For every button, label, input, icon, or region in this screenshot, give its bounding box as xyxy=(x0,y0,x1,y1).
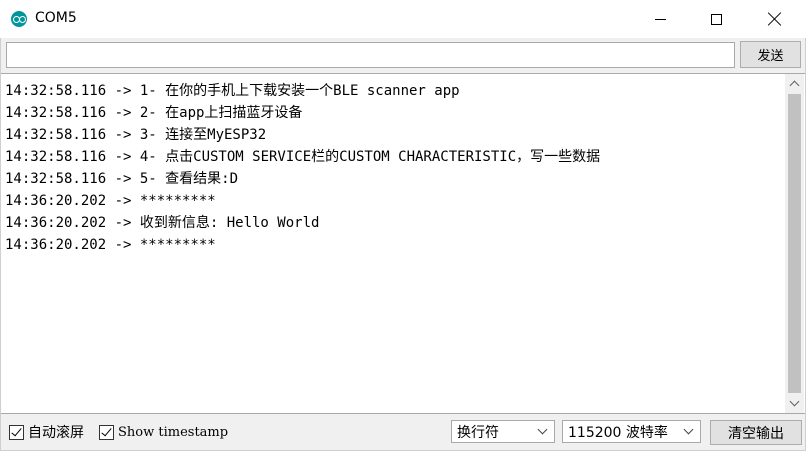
output-line: 14:32:58.116 -> 5- 查看结果:D xyxy=(5,171,239,187)
send-button[interactable]: 发送 xyxy=(740,41,801,68)
clear-output-button[interactable]: 清空输出 xyxy=(710,420,802,445)
baud-rate-select[interactable]: 115200 波特率 xyxy=(562,420,701,443)
bottom-toolbar: 自动滚屏 Show timestamp 换行符 115200 波特率 清空输出 xyxy=(1,415,805,450)
chevron-down-icon xyxy=(683,424,694,435)
autoscroll-checkbox[interactable] xyxy=(9,424,24,440)
timestamp-checkbox[interactable] xyxy=(99,424,114,440)
vertical-scrollbar[interactable] xyxy=(785,74,804,413)
maximize-icon xyxy=(710,13,722,25)
timestamp-label: Show timestamp xyxy=(118,424,229,440)
timestamp-option[interactable]: Show timestamp xyxy=(99,423,228,441)
line-ending-value: 换行符 xyxy=(457,424,499,441)
autoscroll-label: 自动滚屏 xyxy=(28,425,84,441)
close-icon xyxy=(768,12,782,26)
serial-output: 14:32:58.116 -> 1- 在你的手机上下载安装一个BLE scann… xyxy=(1,73,805,414)
scroll-up-button[interactable] xyxy=(785,74,804,93)
scroll-thumb[interactable] xyxy=(788,94,801,393)
minimize-icon xyxy=(654,18,666,20)
scroll-down-button[interactable] xyxy=(785,394,804,413)
output-line: 14:32:58.116 -> 1- 在你的手机上下载安装一个BLE scann… xyxy=(5,83,460,99)
baud-rate-value: 115200 波特率 xyxy=(568,424,668,441)
maximize-button[interactable] xyxy=(693,0,739,38)
output-line: 14:32:58.116 -> 4- 点击CUSTOM SERVICE栏的CUS… xyxy=(5,149,601,165)
window-title: COM5 xyxy=(35,10,77,26)
output-line: 14:32:58.116 -> 3- 连接至MyESP32 xyxy=(5,127,267,143)
send-input[interactable] xyxy=(6,42,735,68)
minimize-button[interactable] xyxy=(637,0,683,38)
chevron-up-icon xyxy=(789,80,800,91)
line-ending-select[interactable]: 换行符 xyxy=(451,420,555,443)
arduino-icon xyxy=(11,11,27,27)
output-line: 14:32:58.116 -> 2- 在app上扫描蓝牙设备 xyxy=(5,105,303,121)
chevron-down-icon xyxy=(789,396,800,407)
title-bar: COM5 xyxy=(0,0,806,38)
close-button[interactable] xyxy=(752,0,798,38)
autoscroll-option[interactable]: 自动滚屏 xyxy=(9,423,84,441)
output-line: 14:36:20.202 -> 收到新信息: Hello World xyxy=(5,215,320,231)
output-line: 14:36:20.202 -> ********* xyxy=(5,237,216,253)
output-line: 14:36:20.202 -> ********* xyxy=(5,193,216,209)
chevron-down-icon xyxy=(537,424,548,435)
serial-monitor-body: 发送 14:32:58.116 -> 1- 在你的手机上下载安装一个BLE sc… xyxy=(0,38,806,451)
output-text: 14:32:58.116 -> 1- 在你的手机上下载安装一个BLE scann… xyxy=(5,80,779,256)
